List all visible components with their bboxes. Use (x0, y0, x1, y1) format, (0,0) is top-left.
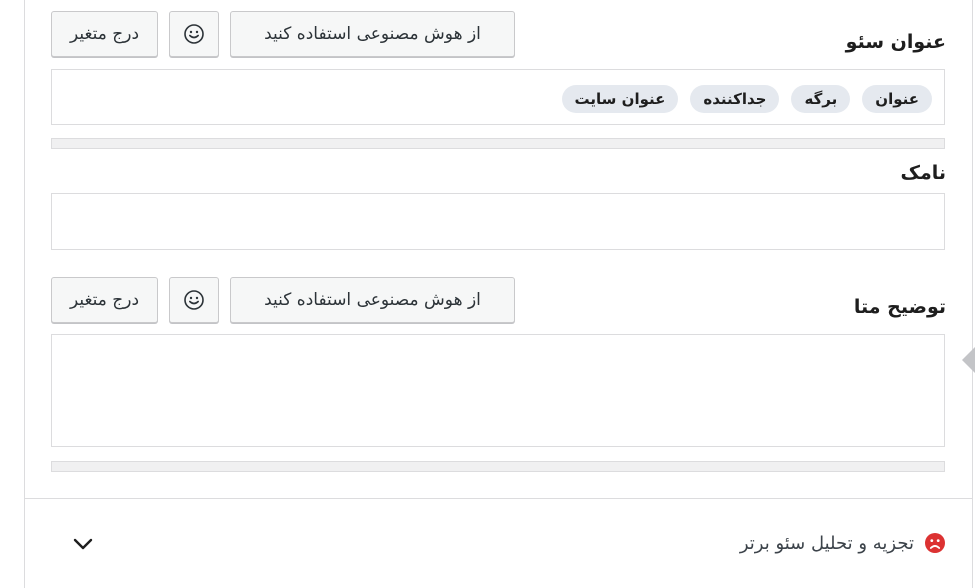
seo-panel: عنوان سئو از هوش مصنوعی استفاده کنید درج… (24, 0, 973, 588)
variable-tag[interactable]: عنوان (862, 85, 932, 113)
variable-tag[interactable]: برگه (791, 85, 851, 113)
section-divider (25, 498, 972, 499)
seo-title-tags: عنوان برگه جداکننده عنوان سایت (561, 85, 932, 113)
smiley-face-icon (183, 289, 205, 311)
slug-label: نامک (900, 162, 947, 184)
seo-title-emoji-button[interactable] (169, 11, 219, 57)
variable-tag[interactable]: جداکننده (690, 85, 780, 113)
seo-title-length-bar (51, 138, 945, 149)
smiley-face-icon (183, 23, 205, 45)
meta-description-length-bar (51, 461, 945, 472)
meta-description-label: توضیح متا (853, 296, 946, 318)
seo-title-insert-variable-button[interactable]: درج متغیر (51, 11, 158, 57)
meta-description-emoji-button[interactable] (169, 277, 219, 323)
seo-title-input[interactable]: عنوان برگه جداکننده عنوان سایت (51, 69, 945, 125)
slug-input[interactable] (51, 193, 945, 250)
variable-tag[interactable]: عنوان سایت (561, 85, 679, 113)
seo-title-label: عنوان سئو (845, 31, 946, 53)
meta-description-insert-variable-button[interactable]: درج متغیر (51, 277, 158, 323)
meta-description-ai-button[interactable]: از هوش مصنوعی استفاده کنید (230, 277, 515, 323)
sad-face-icon (924, 532, 946, 554)
meta-description-textarea[interactable] (51, 334, 945, 447)
chevron-down-icon[interactable] (71, 534, 95, 554)
seo-title-ai-button[interactable]: از هوش مصنوعی استفاده کنید (230, 11, 515, 57)
seo-analysis-header[interactable]: تجزیه و تحلیل سئو برتر (740, 532, 946, 554)
panel-resize-handle[interactable] (962, 347, 975, 373)
seo-analysis-label: تجزیه و تحلیل سئو برتر (739, 532, 914, 554)
